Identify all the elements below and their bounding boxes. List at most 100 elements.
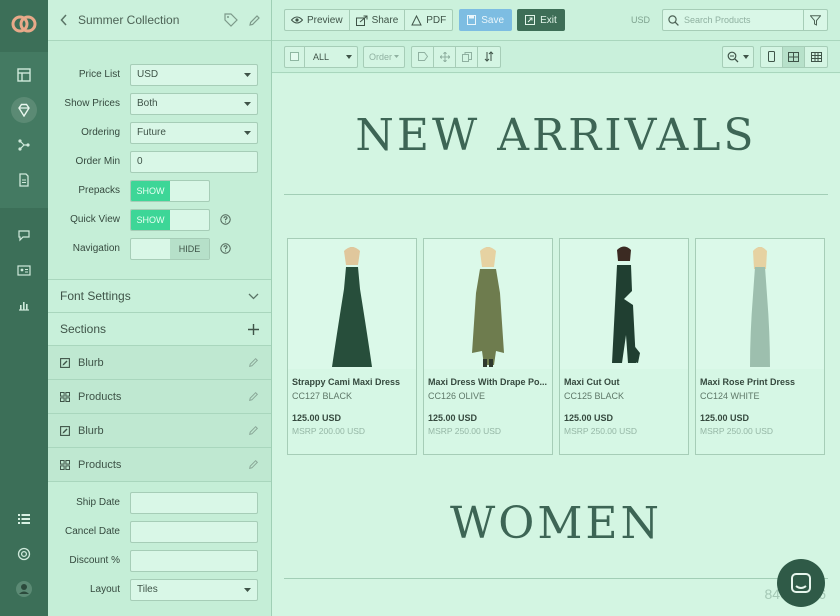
product-msrp: MSRP 250.00 USD bbox=[564, 426, 638, 436]
zoom-dropdown[interactable] bbox=[722, 45, 754, 68]
grid-icon bbox=[60, 459, 70, 470]
dropdown-caret-icon bbox=[394, 55, 400, 58]
select-all-checkbox[interactable] bbox=[285, 46, 305, 67]
price-list-select[interactable]: USD bbox=[130, 63, 258, 86]
ship-date-input[interactable] bbox=[130, 491, 258, 514]
section-item-blurb[interactable]: Blurb bbox=[48, 345, 271, 379]
order-min-label: Order Min bbox=[75, 156, 120, 167]
section-item-label: Blurb bbox=[78, 424, 104, 437]
top-toolbar: Preview Share PDF Save Exit USD Search P… bbox=[272, 0, 840, 41]
product-image bbox=[424, 239, 552, 369]
add-section-plus-icon[interactable] bbox=[248, 323, 259, 335]
mobile-view-icon[interactable] bbox=[761, 46, 783, 67]
product-sku: CC125 BLACK bbox=[564, 391, 625, 401]
section-item-products[interactable]: Products bbox=[48, 379, 271, 413]
product-card[interactable]: Maxi Cut Out CC125 BLACK 125.00 USD MSRP… bbox=[559, 238, 689, 455]
pdf-button[interactable]: PDF bbox=[405, 10, 452, 30]
back-chevron-icon[interactable] bbox=[60, 14, 68, 26]
price-list-label: Price List bbox=[78, 69, 120, 80]
help-lifebuoy-icon[interactable] bbox=[11, 541, 37, 567]
save-button[interactable]: Save bbox=[459, 9, 513, 31]
navigation-toggle[interactable]: HIDE bbox=[130, 237, 210, 260]
product-image bbox=[696, 239, 824, 369]
product-msrp: MSRP 250.00 USD bbox=[700, 426, 774, 436]
product-card[interactable]: Maxi Rose Print Dress CC124 WHITE 125.00… bbox=[695, 238, 825, 455]
contact-card-icon[interactable] bbox=[11, 257, 37, 283]
quick-view-toggle[interactable]: SHOW bbox=[130, 208, 210, 231]
save-label: Save bbox=[481, 14, 505, 26]
ordering-select[interactable]: Future bbox=[130, 121, 258, 144]
search-products[interactable]: Search Products bbox=[662, 9, 828, 31]
filter-funnel-icon[interactable] bbox=[803, 10, 827, 30]
font-settings-section[interactable]: Font Settings bbox=[48, 279, 271, 312]
chat-icon[interactable] bbox=[11, 222, 37, 248]
edit-pencil-icon[interactable] bbox=[248, 425, 259, 436]
move-arrows-icon[interactable] bbox=[434, 46, 457, 67]
quick-view-label: Quick View bbox=[70, 214, 120, 225]
sections-title: Sections bbox=[60, 322, 107, 336]
toggle-empty-half bbox=[170, 210, 209, 230]
product-name: Strappy Cami Maxi Dress bbox=[292, 377, 401, 387]
share-nodes-icon[interactable] bbox=[11, 132, 37, 158]
catalog-canvas: NEW ARRIVALS Strappy Cami Maxi Dress CC1… bbox=[272, 74, 840, 616]
section-item-label: Blurb bbox=[78, 356, 104, 369]
document-icon[interactable] bbox=[11, 167, 37, 193]
discount-input[interactable] bbox=[130, 549, 258, 572]
collection-title: Summer Collection bbox=[78, 13, 180, 27]
share-button[interactable]: Share bbox=[350, 10, 406, 30]
share-label: Share bbox=[371, 14, 399, 26]
select-all-dropdown[interactable]: ALL bbox=[284, 45, 358, 68]
search-input[interactable]: Search Products bbox=[684, 15, 803, 25]
catalog-options-form: Price List USD Show Prices Both Ordering Fu… bbox=[48, 41, 271, 263]
product-name: Maxi Cut Out bbox=[564, 377, 620, 387]
help-question-icon[interactable] bbox=[220, 243, 231, 254]
edit-pencil-icon[interactable] bbox=[248, 459, 259, 470]
product-card[interactable]: Maxi Dress With Drape Po... CC126 OLIVE … bbox=[423, 238, 553, 455]
section-item-products[interactable]: Products bbox=[48, 447, 271, 481]
product-price: 125.00 USD bbox=[428, 413, 478, 423]
prepacks-toggle[interactable]: SHOW bbox=[130, 179, 210, 202]
bar-chart-icon[interactable] bbox=[11, 292, 37, 318]
product-name: Maxi Dress With Drape Po... bbox=[428, 377, 547, 387]
tag-icon[interactable] bbox=[224, 13, 238, 27]
item-actions-group bbox=[411, 45, 502, 68]
edit-pencil-icon[interactable] bbox=[248, 14, 261, 27]
help-question-icon[interactable] bbox=[220, 214, 231, 225]
dropdown-caret-icon bbox=[244, 130, 251, 135]
layout-select[interactable]: Tiles bbox=[130, 578, 258, 601]
list-icon[interactable] bbox=[11, 506, 37, 532]
order-dropdown[interactable]: Order bbox=[363, 45, 406, 68]
order-min-input[interactable]: 0 bbox=[130, 150, 258, 173]
tablet-grid-view-icon[interactable] bbox=[783, 46, 805, 67]
dropdown-caret-icon bbox=[244, 101, 251, 106]
product-sku: CC126 OLIVE bbox=[428, 391, 486, 401]
search-icon bbox=[668, 14, 679, 26]
panel-header: Summer Collection bbox=[48, 0, 271, 41]
preview-button[interactable]: Preview bbox=[285, 10, 350, 30]
section-item-blurb[interactable]: Blurb bbox=[48, 413, 271, 447]
diamond-icon[interactable] bbox=[11, 97, 37, 123]
dropdown-caret-icon bbox=[244, 72, 251, 77]
sort-icon[interactable] bbox=[478, 47, 500, 67]
layout-icon[interactable] bbox=[11, 62, 37, 88]
user-avatar-icon[interactable] bbox=[11, 576, 37, 602]
app-logo-icon[interactable] bbox=[8, 8, 40, 40]
product-price: 125.00 USD bbox=[700, 413, 750, 423]
toggle-show-state: SHOW bbox=[131, 209, 170, 230]
tag-icon[interactable] bbox=[412, 46, 435, 67]
filter-label: ALL bbox=[313, 51, 330, 62]
desktop-grid-view-icon[interactable] bbox=[805, 47, 827, 67]
show-prices-select[interactable]: Both bbox=[130, 92, 258, 115]
chevron-down-icon bbox=[248, 293, 259, 300]
exit-button[interactable]: Exit bbox=[517, 9, 565, 31]
cancel-date-input[interactable] bbox=[130, 520, 258, 543]
layout-label: Layout bbox=[89, 584, 120, 595]
product-card[interactable]: Strappy Cami Maxi Dress CC127 BLACK 125.… bbox=[287, 238, 417, 455]
chat-launcher-button[interactable] bbox=[777, 559, 825, 607]
product-sku: CC124 WHITE bbox=[700, 391, 760, 401]
copy-icon[interactable] bbox=[456, 46, 479, 67]
output-button-group: Preview Share PDF bbox=[284, 9, 454, 31]
view-mode-group bbox=[760, 45, 828, 68]
edit-pencil-icon[interactable] bbox=[248, 391, 259, 402]
edit-pencil-icon[interactable] bbox=[248, 357, 259, 368]
